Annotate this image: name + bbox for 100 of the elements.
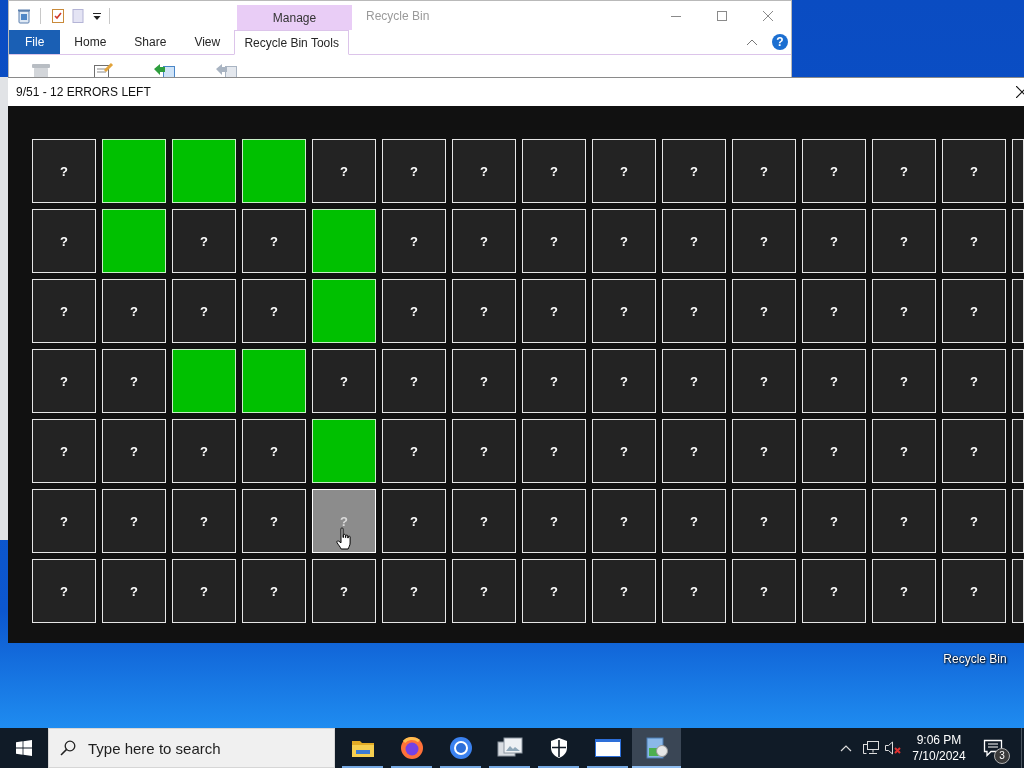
taskbar-app-button[interactable] bbox=[632, 728, 681, 768]
search-field[interactable]: Type here to search bbox=[48, 728, 335, 768]
grid-tile[interactable]: ? bbox=[522, 279, 586, 343]
grid-tile[interactable]: ? bbox=[382, 419, 446, 483]
grid-tile[interactable] bbox=[312, 209, 376, 273]
grid-tile[interactable]: ? bbox=[382, 349, 446, 413]
grid-tile[interactable]: ? bbox=[172, 279, 236, 343]
grid-tile[interactable]: ? bbox=[172, 489, 236, 553]
recycle-bin-icon[interactable] bbox=[16, 7, 32, 24]
grid-tile[interactable]: ? bbox=[242, 559, 306, 623]
grid-tile[interactable]: ? bbox=[242, 419, 306, 483]
grid-tile[interactable]: ? bbox=[32, 419, 96, 483]
desktop-icon-label[interactable]: Recycle Bin bbox=[941, 652, 1009, 666]
grid-tile[interactable]: ? bbox=[32, 139, 96, 203]
grid-tile[interactable]: ? bbox=[942, 419, 1006, 483]
grid-tile[interactable]: ? bbox=[452, 559, 516, 623]
grid-tile[interactable]: ? bbox=[382, 489, 446, 553]
grid-tile[interactable]: ? bbox=[32, 559, 96, 623]
grid-tile[interactable] bbox=[1012, 209, 1024, 273]
grid-tile[interactable]: ? bbox=[662, 489, 726, 553]
grid-tile[interactable]: ? bbox=[382, 139, 446, 203]
grid-tile[interactable]: ? bbox=[592, 419, 656, 483]
grid-tile[interactable]: ? bbox=[242, 489, 306, 553]
grid-tile[interactable]: ? bbox=[942, 489, 1006, 553]
grid-tile[interactable]: ? bbox=[942, 209, 1006, 273]
help-button[interactable]: ? bbox=[772, 34, 788, 50]
restore-icon[interactable] bbox=[152, 62, 178, 77]
clock-time[interactable]: 9:06 PM bbox=[916, 732, 962, 748]
grid-tile[interactable] bbox=[242, 349, 306, 413]
grid-tile[interactable]: ? bbox=[32, 349, 96, 413]
grid-tile[interactable]: ? bbox=[802, 349, 866, 413]
grid-tile[interactable]: ? bbox=[592, 139, 656, 203]
grid-tile[interactable]: ? bbox=[662, 209, 726, 273]
grid-tile[interactable]: ? bbox=[452, 209, 516, 273]
grid-tile[interactable]: ? bbox=[732, 209, 796, 273]
grid-tile[interactable]: ? bbox=[242, 279, 306, 343]
grid-tile[interactable]: ? bbox=[522, 559, 586, 623]
grid-tile[interactable]: ? bbox=[802, 489, 866, 553]
grid-tile[interactable] bbox=[1012, 139, 1024, 203]
grid-tile[interactable]: ? bbox=[172, 559, 236, 623]
grid-tile[interactable]: ? bbox=[452, 139, 516, 203]
grid-tile[interactable] bbox=[1012, 559, 1024, 623]
grid-tile[interactable] bbox=[1012, 279, 1024, 343]
grid-tile[interactable]: ? bbox=[732, 419, 796, 483]
grid-tile[interactable]: ? bbox=[662, 349, 726, 413]
grid-tile[interactable]: ? bbox=[382, 209, 446, 273]
grid-tile[interactable]: ? bbox=[802, 209, 866, 273]
grid-tile[interactable]: ? bbox=[312, 559, 376, 623]
grid-tile[interactable] bbox=[172, 349, 236, 413]
grid-tile[interactable]: ? bbox=[732, 489, 796, 553]
grid-tile[interactable]: ? bbox=[802, 279, 866, 343]
grid-tile[interactable]: ? bbox=[522, 349, 586, 413]
grid-tile[interactable]: ? bbox=[732, 349, 796, 413]
grid-tile[interactable]: ? bbox=[732, 279, 796, 343]
grid-tile[interactable]: ? bbox=[872, 489, 936, 553]
grid-tile[interactable]: ? bbox=[942, 279, 1006, 343]
grid-tile[interactable]: ? bbox=[872, 279, 936, 343]
grid-tile[interactable]: ? bbox=[802, 139, 866, 203]
grid-tile[interactable]: ? bbox=[452, 419, 516, 483]
grid-tile[interactable]: ? bbox=[872, 559, 936, 623]
grid-tile[interactable]: ? bbox=[102, 419, 166, 483]
grid-tile[interactable] bbox=[172, 139, 236, 203]
grid-tile[interactable] bbox=[312, 419, 376, 483]
grid-tile[interactable]: ? bbox=[592, 559, 656, 623]
notifications-button[interactable]: 3 bbox=[972, 728, 1014, 768]
grid-tile[interactable]: ? bbox=[942, 139, 1006, 203]
grid-tile[interactable]: ? bbox=[872, 209, 936, 273]
close-icon[interactable] bbox=[1016, 86, 1024, 98]
grid-tile[interactable]: ? bbox=[592, 489, 656, 553]
grid-tile[interactable]: ? bbox=[312, 139, 376, 203]
grid-tile[interactable]: ? bbox=[942, 559, 1006, 623]
checklist-icon[interactable] bbox=[50, 7, 66, 24]
grid-tile[interactable]: ? bbox=[942, 349, 1006, 413]
chevron-up-icon[interactable] bbox=[746, 38, 758, 46]
grid-tile[interactable]: ? bbox=[102, 279, 166, 343]
grid-tile[interactable] bbox=[242, 139, 306, 203]
grid-tile[interactable] bbox=[1012, 489, 1024, 553]
grid-tile[interactable]: ? bbox=[32, 279, 96, 343]
ribbon-tab[interactable]: File bbox=[9, 30, 61, 54]
grid-tile[interactable]: ? bbox=[732, 559, 796, 623]
grid-tile[interactable]: ? bbox=[662, 559, 726, 623]
grid-tile[interactable] bbox=[1012, 349, 1024, 413]
grid-tile[interactable]: ? bbox=[872, 139, 936, 203]
grid-tile[interactable]: ? bbox=[662, 279, 726, 343]
grid-tile[interactable]: ? bbox=[592, 279, 656, 343]
grid-tile[interactable]: ? bbox=[662, 139, 726, 203]
grid-tile[interactable]: ? bbox=[32, 209, 96, 273]
grid-tile[interactable]: ? bbox=[802, 419, 866, 483]
grid-tile[interactable]: ? bbox=[872, 349, 936, 413]
grid-tile[interactable]: ? bbox=[592, 209, 656, 273]
grid-tile[interactable]: ? bbox=[312, 349, 376, 413]
grid-tile[interactable]: ? bbox=[382, 279, 446, 343]
grid-tile[interactable] bbox=[1012, 419, 1024, 483]
grid-tile[interactable]: ? bbox=[522, 419, 586, 483]
grid-tile[interactable]: ? bbox=[102, 489, 166, 553]
grid-tile[interactable]: ? bbox=[452, 349, 516, 413]
clock-date[interactable]: 7/10/2024 bbox=[912, 748, 966, 764]
dropdown-icon[interactable] bbox=[93, 10, 101, 21]
grid-tile[interactable]: ? bbox=[172, 419, 236, 483]
grid-tile[interactable]: ? bbox=[242, 209, 306, 273]
